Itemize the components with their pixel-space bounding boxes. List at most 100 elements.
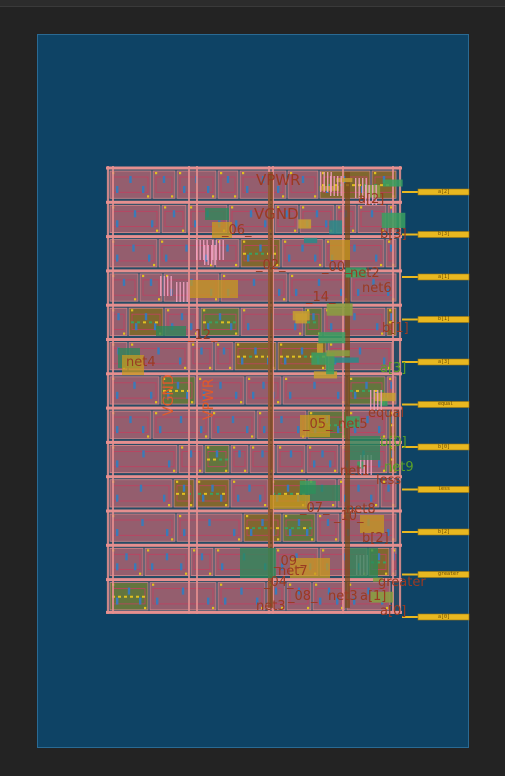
pin-label[interactable]: b[3] [438, 232, 450, 237]
cell-metal1 [116, 220, 119, 228]
net-label: _00_ [322, 260, 352, 275]
cell-metal1 [189, 450, 193, 458]
pin-label[interactable]: less [438, 487, 450, 492]
poly-comb [167, 276, 169, 296]
via [203, 321, 206, 324]
cell-metal1 [261, 450, 264, 458]
via [147, 435, 150, 438]
poly-comb [340, 176, 342, 196]
pin-label[interactable]: equal [438, 402, 453, 407]
via [259, 412, 262, 415]
layout-canvas [106, 166, 470, 621]
via [143, 321, 146, 324]
pin-label[interactable]: greater [438, 572, 459, 577]
via [233, 321, 236, 324]
net-label: _14_ [306, 290, 336, 305]
via [285, 377, 288, 380]
via [171, 195, 174, 198]
via [248, 377, 251, 380]
standard-cell [109, 444, 178, 474]
cell-metal1 [278, 288, 281, 296]
via [280, 355, 283, 358]
via [309, 527, 312, 530]
cell-metal1 [314, 254, 317, 262]
diffusion-region [326, 364, 335, 375]
via [291, 274, 294, 278]
via [332, 504, 335, 507]
net-label: b[0] [380, 435, 407, 450]
standard-cell [109, 410, 152, 439]
via [223, 274, 226, 278]
cell-metal1 [116, 460, 119, 468]
cell-metal1 [354, 391, 357, 399]
cell-metal1 [163, 494, 166, 502]
cell-metal1 [151, 563, 154, 571]
via [252, 527, 255, 530]
diffusion-block [205, 208, 229, 220]
standard-cell [144, 547, 190, 576]
pin-label[interactable]: a[0] [438, 614, 450, 620]
via [380, 263, 383, 267]
via [334, 469, 337, 472]
via [255, 252, 258, 255]
poly-comb [333, 176, 335, 196]
poly-comb [204, 245, 206, 265]
cell-metal1 [208, 519, 211, 526]
pin-label[interactable]: a[1] [438, 274, 450, 280]
pin-label[interactable]: b[0] [438, 444, 450, 450]
via [219, 458, 222, 461]
pin-stub [402, 191, 418, 193]
via [290, 492, 293, 495]
cell-metal1 [221, 563, 224, 571]
via [190, 504, 193, 507]
diffusion-region [298, 219, 312, 229]
via [330, 343, 333, 346]
cell-metal1 [217, 426, 220, 434]
power-rail [106, 338, 402, 341]
via [291, 527, 294, 530]
pin-stub [402, 531, 418, 533]
cell-metal1 [116, 563, 119, 571]
via [204, 492, 207, 495]
via [252, 446, 255, 449]
cell-metal1 [284, 357, 287, 365]
pin-label[interactable]: b[2] [438, 529, 450, 535]
cell-metal1 [313, 381, 316, 389]
via [286, 355, 289, 358]
via [327, 240, 330, 243]
via [284, 240, 287, 243]
power-rail [106, 235, 402, 239]
via [246, 527, 249, 530]
via [144, 606, 147, 610]
cell-metal1 [263, 426, 266, 434]
cell-metal1 [252, 391, 255, 399]
cell-metal1 [330, 323, 333, 331]
via [350, 377, 353, 380]
via [205, 435, 208, 438]
via [390, 206, 393, 209]
cell-metal1 [157, 347, 160, 355]
cell-metal1 [215, 450, 219, 458]
pin-stub [402, 403, 418, 406]
net-label: net6 [362, 281, 392, 296]
pin-label[interactable]: b[1] [438, 317, 450, 322]
cell-metal1 [297, 426, 300, 434]
pin-label[interactable]: a[2] [438, 189, 450, 195]
pin-label[interactable]: a[3] [438, 359, 450, 365]
cell-metal1 [162, 176, 166, 183]
cell-metal1 [389, 244, 393, 252]
via [217, 343, 220, 346]
via [235, 263, 238, 267]
via [171, 538, 174, 541]
cell-metal1 [211, 484, 214, 492]
cell-metal1 [315, 210, 319, 218]
cell-metal1 [357, 484, 360, 492]
diffusion-region [329, 220, 343, 235]
via [284, 492, 287, 495]
via [207, 446, 210, 449]
cell-metal1 [129, 416, 132, 424]
poly-comb [337, 176, 339, 196]
net-label: a[1] [360, 589, 387, 604]
cell-metal1 [230, 323, 233, 331]
net-label: equal [368, 406, 405, 421]
